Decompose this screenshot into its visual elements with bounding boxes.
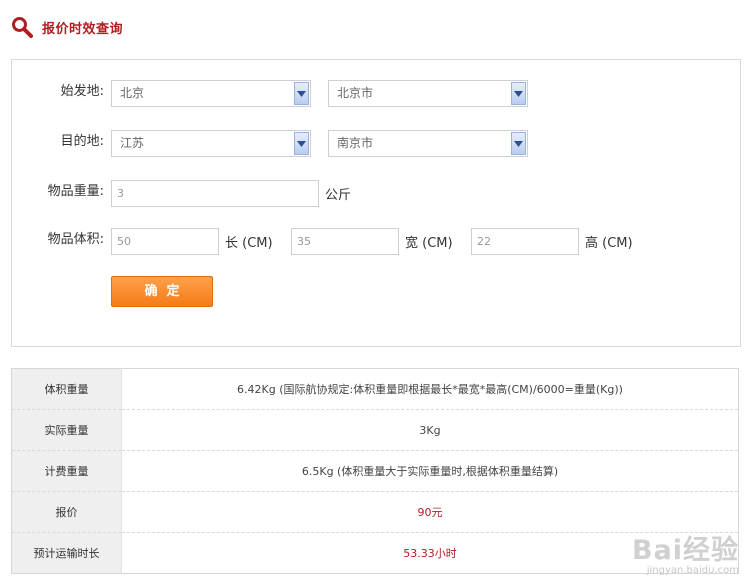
weight-input[interactable] [111, 180, 319, 207]
page-header: 报价时效查询 [11, 12, 123, 42]
destination-province-select[interactable]: 江苏 [111, 130, 311, 157]
chevron-down-icon[interactable] [511, 82, 526, 105]
width-input[interactable] [291, 228, 399, 255]
origin-label: 始发地: [60, 84, 104, 99]
price-value: 90元 [121, 491, 739, 533]
table-row: 预计运输时长 53.33小时 [11, 532, 739, 574]
table-row: 计费重量 6.5Kg (体积重量大于实际重量时,根据体积重量结算) [11, 450, 739, 492]
volume-label: 物品体积: [47, 232, 104, 247]
height-input[interactable] [471, 228, 579, 255]
page-title: 报价时效查询 [42, 21, 124, 37]
result-key: 预计运输时长 [11, 532, 122, 574]
result-value: 6.5Kg (体积重量大于实际重量时,根据体积重量结算) [121, 450, 739, 492]
query-form: 始发地: 北京 北京市 目的地: 江苏 南京市 物品重量: 公斤 物品体积: 长… [11, 59, 741, 347]
height-unit: 高 (CM) [585, 236, 633, 251]
chevron-down-icon[interactable] [294, 82, 309, 105]
confirm-button[interactable]: 确定 [111, 276, 213, 307]
destination-city-select[interactable]: 南京市 [328, 130, 528, 157]
watermark: Bai经验 jingyan.baidu.com [632, 528, 739, 576]
result-key: 实际重量 [11, 409, 122, 451]
destination-city-value: 南京市 [337, 136, 374, 150]
result-key: 报价 [11, 491, 122, 533]
table-row: 体积重量 6.42Kg (国际航协规定:体积重量即根据最长*最宽*最高(CM)/… [11, 368, 739, 410]
length-unit: 长 (CM) [225, 236, 273, 251]
watermark-brand: Bai经验 [631, 535, 739, 566]
weight-label: 物品重量: [47, 184, 104, 199]
search-icon [11, 16, 33, 38]
table-row: 实际重量 3Kg [11, 409, 739, 451]
result-key: 体积重量 [11, 368, 122, 410]
chevron-down-icon[interactable] [294, 132, 309, 155]
result-value: 6.42Kg (国际航协规定:体积重量即根据最长*最宽*最高(CM)/6000=… [121, 368, 739, 410]
result-table: 体积重量 6.42Kg (国际航协规定:体积重量即根据最长*最宽*最高(CM)/… [11, 368, 739, 574]
chevron-down-icon[interactable] [511, 132, 526, 155]
origin-city-value: 北京市 [337, 86, 374, 100]
width-unit: 宽 (CM) [405, 236, 453, 251]
origin-province-value: 北京 [120, 86, 145, 100]
result-key: 计费重量 [11, 450, 122, 492]
destination-label: 目的地: [60, 134, 104, 149]
weight-unit: 公斤 [325, 188, 352, 203]
watermark-logo: Bai经验 [632, 528, 739, 567]
origin-city-select[interactable]: 北京市 [328, 80, 528, 107]
origin-province-select[interactable]: 北京 [111, 80, 311, 107]
result-value: 3Kg [121, 409, 739, 451]
destination-province-value: 江苏 [120, 136, 145, 150]
table-row: 报价 90元 [11, 491, 739, 533]
length-input[interactable] [111, 228, 219, 255]
